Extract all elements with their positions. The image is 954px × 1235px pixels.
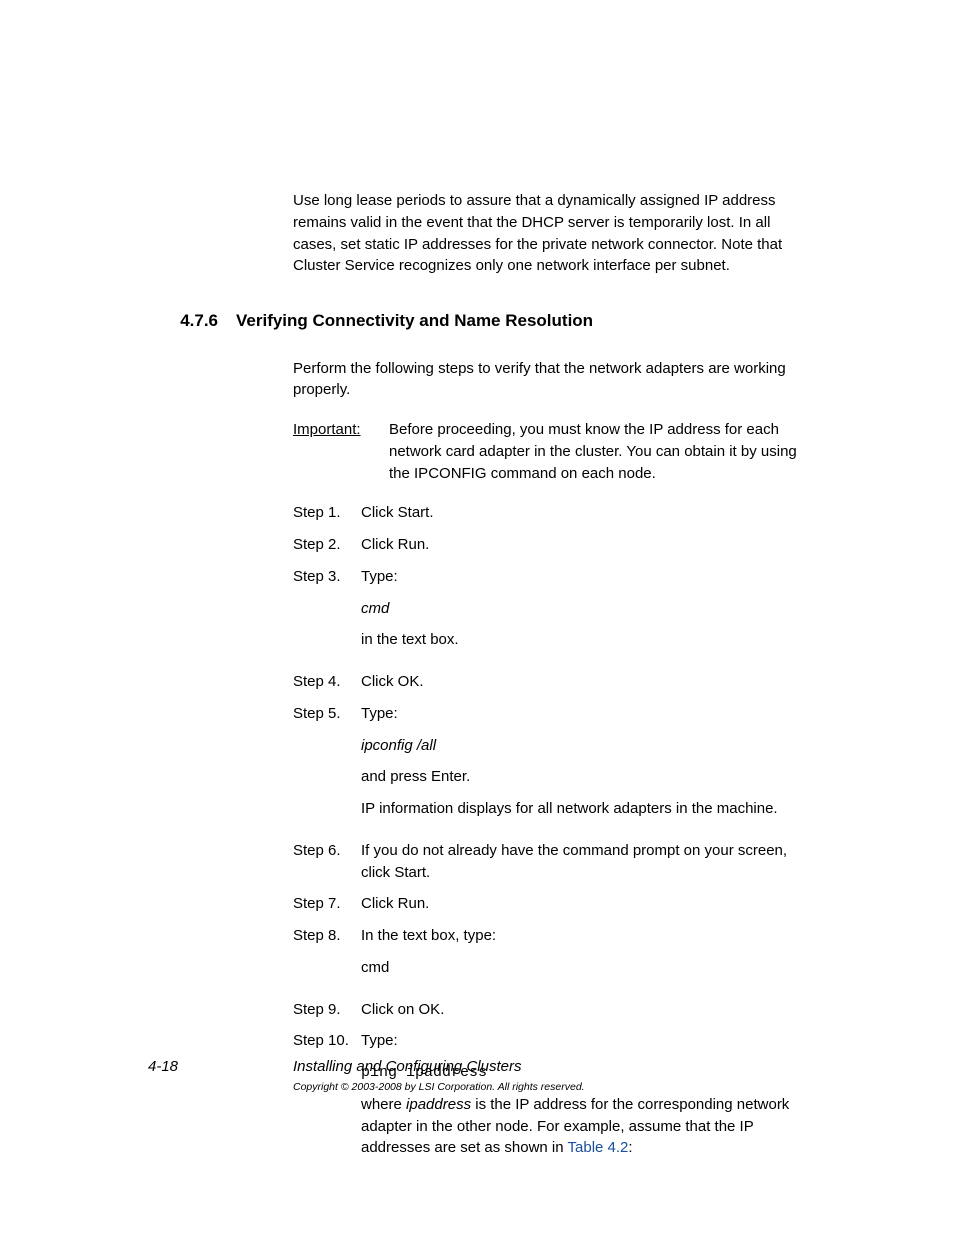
intro-paragraph: Use long lease periods to assure that a … [293,190,806,277]
step-text: Type: [361,566,806,588]
step-text: In the text box, type: [361,925,806,947]
where-post: : [628,1139,632,1156]
step-text: in the text box. [361,629,806,651]
step-2: Step 2. Click Run. [293,534,806,556]
section-number: 4.7.6 [148,309,236,334]
important-text: Before proceeding, you must know the IP … [389,419,806,484]
copyright: Copyright © 2003-2008 by LSI Corporation… [293,1080,806,1095]
step-label: Step 9. [293,999,361,1021]
step-label: Step 5. [293,703,361,830]
step-text: Click Run. [361,534,806,556]
step-text: Type: [361,703,806,725]
step-content: Type: ping ipaddress where ipaddress is … [361,1030,806,1169]
step-text: Click Run. [361,893,806,915]
body-block: Perform the following steps to verify th… [293,358,806,1170]
step-content: In the text box, type: cmd [361,925,806,989]
page-number: 4-18 [148,1056,293,1095]
step-text: Click OK. [361,671,806,693]
step-label: Step 8. [293,925,361,989]
section-heading: 4.7.6 Verifying Connectivity and Name Re… [148,309,806,334]
perform-paragraph: Perform the following steps to verify th… [293,358,806,402]
step-5: Step 5. Type: ipconfig /all and press En… [293,703,806,830]
step-label: Step 3. [293,566,361,661]
step-3: Step 3. Type: cmd in the text box. [293,566,806,661]
footer-text: Installing and Configuring Clusters Copy… [293,1056,806,1095]
step-text: Click on OK. [361,999,806,1021]
where-pre: where [361,1096,406,1113]
important-note: Important: Before proceeding, you must k… [293,419,806,484]
step-label: Step 10. [293,1030,361,1169]
step-content: Type: cmd in the text box. [361,566,806,661]
step-10: Step 10. Type: ping ipaddress where ipad… [293,1030,806,1169]
step-content: Type: ipconfig /all and press Enter. IP … [361,703,806,830]
step-label: Step 1. [293,502,361,524]
important-label: Important: [293,419,389,484]
step-text: Type: [361,1030,806,1052]
step-1: Step 1. Click Start. [293,502,806,524]
section-title: Verifying Connectivity and Name Resoluti… [236,309,806,334]
step-command: cmd [361,957,806,979]
page-footer: 4-18 Installing and Configuring Clusters… [148,1056,806,1095]
step-8: Step 8. In the text box, type: cmd [293,925,806,989]
step-7: Step 7. Click Run. [293,893,806,915]
step-where: where ipaddress is the IP address for th… [361,1094,806,1159]
step-text: IP information displays for all network … [361,798,806,820]
step-command: ipconfig /all [361,735,806,757]
step-9: Step 9. Click on OK. [293,999,806,1021]
table-link[interactable]: Table 4.2 [568,1139,629,1156]
step-text: Click Start. [361,502,806,524]
step-label: Step 2. [293,534,361,556]
where-arg: ipaddress [406,1096,471,1113]
page-content: Use long lease periods to assure that a … [0,0,954,1169]
footer-title: Installing and Configuring Clusters [293,1056,806,1078]
step-label: Step 7. [293,893,361,915]
step-text: and press Enter. [361,766,806,788]
step-command: cmd [361,598,806,620]
step-6: Step 6. If you do not already have the c… [293,840,806,884]
step-text: If you do not already have the command p… [361,840,806,884]
step-label: Step 6. [293,840,361,884]
step-4: Step 4. Click OK. [293,671,806,693]
step-label: Step 4. [293,671,361,693]
